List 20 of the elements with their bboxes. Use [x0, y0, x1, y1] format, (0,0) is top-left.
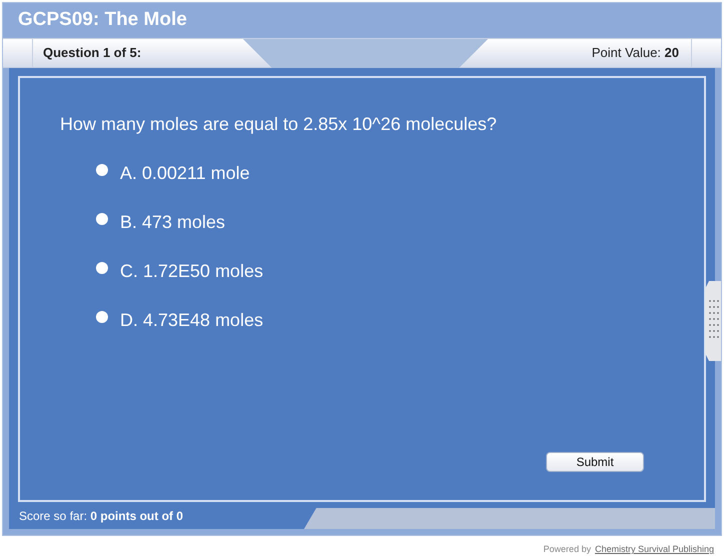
answer-option[interactable]: D. 4.73E48 moles: [96, 309, 704, 331]
point-value: Point Value: 20: [592, 44, 679, 62]
option-label: D. 4.73E48 moles: [120, 309, 264, 331]
radio-button[interactable]: [96, 213, 108, 225]
submit-button[interactable]: Submit: [546, 452, 644, 472]
radio-button[interactable]: [96, 262, 108, 274]
score-text: Score so far: 0 points out of 0: [18, 508, 184, 525]
question-counter: Question 1 of 5:: [43, 44, 142, 62]
radio-button[interactable]: [96, 164, 108, 176]
window-title: GCPS09: The Mole: [18, 8, 187, 32]
question-text: How many moles are equal to 2.85x 10^26 molecules?: [60, 113, 498, 136]
option-label: B. 473 moles: [120, 211, 226, 233]
publisher-link[interactable]: Chemistry Survival Publishing: [594, 543, 714, 556]
answer-option[interactable]: A. 0.00211 mole: [96, 162, 704, 184]
radio-button[interactable]: [96, 311, 108, 323]
powered-by-text: Powered by: [543, 543, 591, 556]
answer-option[interactable]: C. 1.72E50 moles: [96, 260, 704, 282]
option-label: C. 1.72E50 moles: [120, 260, 264, 282]
answer-option[interactable]: B. 473 moles: [96, 211, 704, 233]
option-label: A. 0.00211 mole: [120, 162, 250, 184]
